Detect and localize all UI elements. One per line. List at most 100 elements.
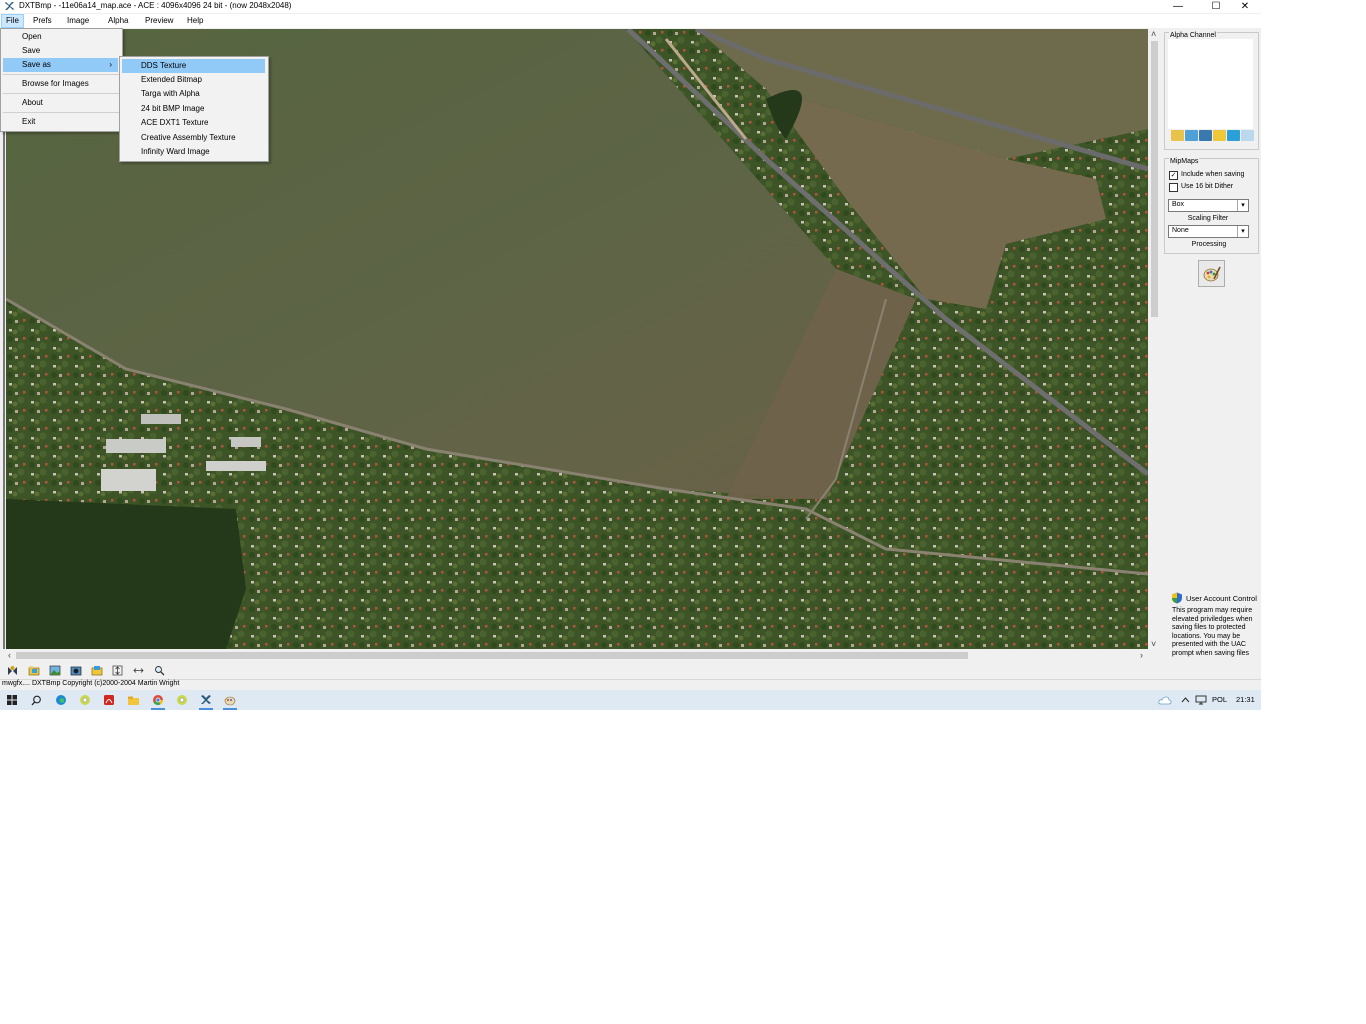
scroll-left-icon[interactable]: ‹: [8, 650, 11, 660]
close-icon: ✕: [1240, 1, 1250, 12]
taskbar: POL 21:31: [0, 690, 1261, 710]
onedrive-icon[interactable]: [1157, 693, 1173, 707]
maximize-button[interactable]: ☐: [1202, 0, 1230, 13]
include-when-saving-checkbox[interactable]: ✓: [1169, 171, 1178, 180]
chevron-up-icon[interactable]: [1177, 693, 1193, 707]
scroll-down-icon[interactable]: ˅: [1151, 639, 1156, 649]
language-indicator[interactable]: POL: [1212, 695, 1227, 704]
menu-targa-with-alpha[interactable]: Targa with Alpha: [122, 87, 265, 101]
processing-select[interactable]: None ▾: [1168, 225, 1249, 238]
menu-file[interactable]: File: [1, 14, 24, 28]
camera-icon[interactable]: [69, 664, 82, 677]
menu-save-as-label: Save as: [22, 60, 51, 69]
menu-24bit-bmp-image[interactable]: 24 bit BMP Image: [122, 102, 265, 116]
save-folder-icon[interactable]: [90, 664, 103, 677]
palette-icon: [1203, 266, 1221, 281]
menu-creative-assembly-texture[interactable]: Creative Assembly Texture: [122, 131, 265, 145]
title-bar: DXTBmp - -11e06a14_map.ace - ACE : 4096x…: [0, 0, 1261, 13]
alpha-toolbar: [1171, 130, 1254, 141]
menu-dds-texture[interactable]: DDS Texture: [122, 59, 265, 73]
chrome-icon[interactable]: [150, 693, 166, 710]
windows-start-icon[interactable]: [4, 693, 20, 707]
file-menu: Open Save Save as › Browse for Images Ab…: [0, 28, 123, 132]
menu-help[interactable]: Help: [183, 15, 207, 27]
scroll-right-icon[interactable]: ›: [1140, 650, 1143, 660]
chrome-canary-icon[interactable]: [174, 693, 190, 707]
menu-infinity-ward-image[interactable]: Infinity Ward Image: [122, 145, 265, 159]
edge-icon[interactable]: [53, 693, 69, 707]
zoom-icon[interactable]: [153, 664, 166, 677]
minimize-icon: —: [1173, 1, 1183, 12]
alpha-export-icon[interactable]: [1213, 130, 1226, 141]
status-bar: mwgfx.... DXTBmp Copyright (c)2000-2004 …: [0, 679, 1261, 690]
search-icon[interactable]: [28, 693, 44, 707]
scaling-filter-label: Scaling Filter: [1187, 215, 1229, 222]
processing-label: Processing: [1191, 241, 1227, 248]
processing-value: None: [1172, 227, 1189, 234]
use-16bit-dither-label: Use 16 bit Dither: [1181, 183, 1234, 190]
alpha-zoom-icon[interactable]: [1241, 130, 1254, 141]
maximize-icon: ☐: [1211, 1, 1221, 12]
menu-browse-for-images[interactable]: Browse for Images: [3, 77, 138, 91]
alpha-monitor-icon[interactable]: [1227, 130, 1240, 141]
menu-extended-bitmap[interactable]: Extended Bitmap: [122, 73, 265, 87]
alpha-camera-icon[interactable]: [1199, 130, 1212, 141]
dxtbmp-taskbar-icon[interactable]: [198, 693, 214, 710]
chevron-right-icon: ›: [109, 60, 112, 69]
menu-bar: File Prefs Image Alpha Preview Help: [0, 14, 1261, 28]
menu-separator: [3, 112, 119, 113]
scaling-filter-select[interactable]: Box ▾: [1168, 199, 1249, 212]
menu-about[interactable]: About: [3, 96, 138, 110]
clock[interactable]: 21:31: [1236, 695, 1255, 704]
file-explorer-icon[interactable]: [125, 693, 141, 707]
bottom-toolbar: [0, 663, 1261, 679]
alpha-preview[interactable]: [1168, 39, 1253, 129]
dds-icon[interactable]: [6, 664, 19, 677]
chevron-down-icon[interactable]: ▾: [1237, 226, 1248, 237]
menu-separator: [3, 93, 119, 94]
scroll-up-icon[interactable]: ˄: [1151, 29, 1156, 39]
menu-preview[interactable]: Preview: [141, 15, 177, 27]
vertical-scroll-thumb[interactable]: [1151, 41, 1158, 317]
image-icon[interactable]: [48, 664, 61, 677]
left-divider: [3, 129, 5, 649]
horizontal-scroll-thumb[interactable]: [16, 652, 968, 659]
status-text: mwgfx.... DXTBmp Copyright (c)2000-2004 …: [2, 680, 180, 687]
resize-horizontal-icon[interactable]: [132, 664, 145, 677]
chevron-down-icon[interactable]: ▾: [1237, 200, 1248, 211]
process-button[interactable]: [1198, 260, 1225, 287]
menu-save-as[interactable]: Save as ›: [3, 58, 118, 72]
alpha-import-icon[interactable]: [1185, 130, 1198, 141]
menu-ace-dxt1-texture[interactable]: ACE DXT1 Texture: [122, 116, 265, 130]
close-button[interactable]: ✕: [1231, 0, 1259, 13]
vertical-scrollbar[interactable]: ˄ ˅: [1149, 29, 1160, 649]
use-16bit-dither-checkbox[interactable]: [1169, 183, 1178, 192]
shield-icon: [1172, 592, 1182, 604]
resize-vertical-icon[interactable]: [111, 664, 124, 677]
include-when-saving-label: Include when saving: [1181, 171, 1245, 178]
menu-exit[interactable]: Exit: [3, 115, 138, 129]
save-as-submenu: DDS Texture Extended Bitmap Targa with A…: [119, 56, 269, 162]
alpha-open-icon[interactable]: [1171, 130, 1184, 141]
scaling-filter-value: Box: [1172, 201, 1185, 208]
menu-prefs[interactable]: Prefs: [29, 15, 56, 27]
menu-alpha[interactable]: Alpha: [104, 15, 132, 27]
chrome-canary-icon[interactable]: [77, 693, 93, 707]
horizontal-scrollbar[interactable]: ‹ ›: [6, 650, 1148, 661]
window-title: DXTBmp - -11e06a14_map.ace - ACE : 4096x…: [19, 1, 292, 10]
menu-separator: [3, 74, 119, 75]
app-icon: [5, 2, 14, 10]
network-icon[interactable]: [1193, 693, 1209, 707]
paint-icon[interactable]: [222, 693, 238, 710]
uac-description: This program may require elevated privil…: [1172, 607, 1253, 657]
alpha-channel-label: Alpha Channel: [1169, 32, 1217, 39]
menu-save[interactable]: Save: [3, 44, 138, 58]
menu-image[interactable]: Image: [63, 15, 93, 27]
uac-title: User Account Control: [1186, 594, 1257, 603]
app-window: DXTBmp - -11e06a14_map.ace - ACE : 4096x…: [0, 0, 1261, 690]
open-folder-icon[interactable]: [27, 664, 40, 677]
mipmaps-label: MipMaps: [1169, 158, 1200, 165]
menu-open[interactable]: Open: [3, 30, 138, 44]
minimize-button[interactable]: —: [1164, 0, 1192, 13]
acrobat-icon[interactable]: [101, 693, 117, 707]
